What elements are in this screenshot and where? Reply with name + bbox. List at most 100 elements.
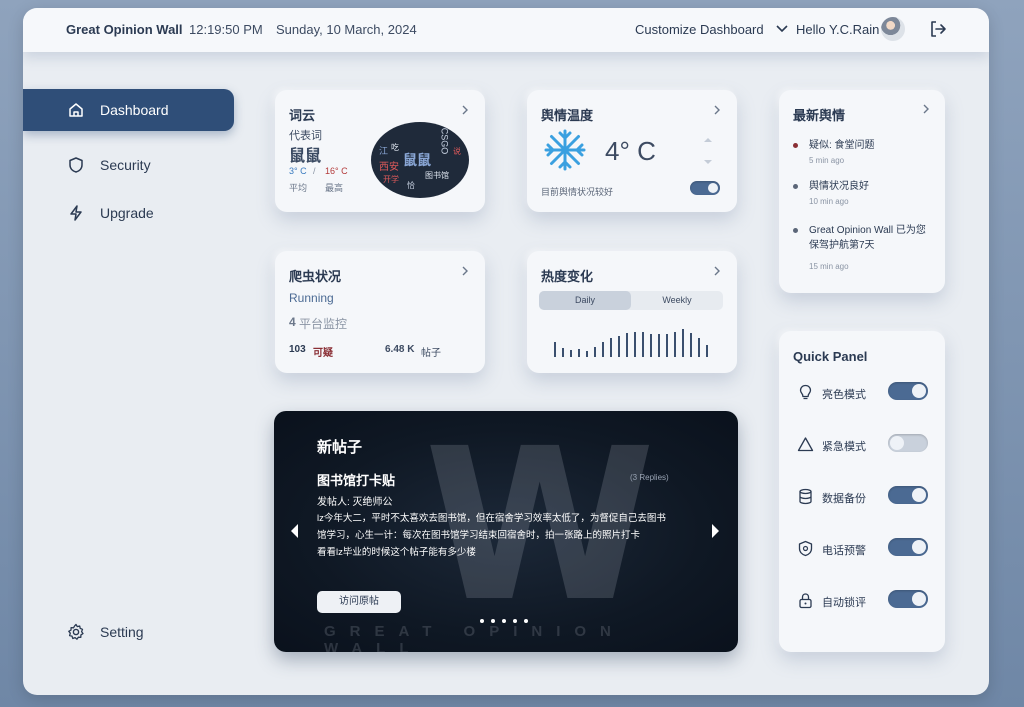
section-title: 新帖子 — [317, 439, 363, 456]
user-greeting[interactable]: Hello Y.C.Rain — [796, 22, 879, 37]
chevron-right-icon[interactable] — [710, 522, 722, 540]
sentiment-toggle[interactable] — [690, 181, 720, 195]
avg-label: 平均 — [289, 183, 308, 193]
avatar[interactable] — [881, 17, 905, 41]
platform-count: 4 — [289, 315, 296, 329]
shield-alert-icon — [798, 540, 813, 557]
posts-count: 6.48 K — [385, 344, 415, 355]
platform-label: 平台监控 — [299, 317, 348, 331]
card-title: 最新舆情 — [793, 108, 846, 123]
phone-alert-toggle[interactable] — [888, 538, 928, 556]
sidebar-item-label: Security — [100, 157, 151, 173]
quick-panel-label: 亮色模式 — [822, 389, 866, 401]
customize-dashboard-link[interactable]: Customize Dashboard — [635, 22, 764, 37]
app-window: Great Opinion Wall 12:19:50 PM Sunday, 1… — [23, 8, 989, 695]
chevron-right-icon[interactable] — [921, 104, 931, 114]
period-tabs: Daily Weekly — [539, 291, 723, 310]
cloud-word: 开学 — [383, 175, 399, 184]
heat-bar — [698, 338, 700, 357]
news-time: 15 min ago — [809, 262, 849, 271]
reply-count: (3 Replies) — [630, 473, 669, 482]
cloud-word: CSGO — [439, 127, 450, 155]
temp-low: 3° C — [289, 166, 307, 176]
sidebar-item-setting[interactable]: Setting — [23, 611, 234, 653]
heat-bar — [562, 348, 564, 357]
card-title: 舆情温度 — [541, 108, 594, 123]
sidebar-item-label: Setting — [100, 624, 144, 640]
card-title: 词云 — [289, 108, 316, 123]
chevron-right-icon[interactable] — [460, 105, 470, 115]
word-cloud-image: 鼠鼠 CSGO 西安 开学 图书馆 说 吃 江 恰 — [371, 122, 469, 198]
tab-weekly[interactable]: Weekly — [631, 291, 723, 310]
post-body-line: 看看lz毕业的时候这个帖子能有多少楼 — [317, 547, 476, 558]
wordcloud-card[interactable]: 词云 代表词 鼠鼠 3° C / 16° C 平均 最高 鼠鼠 CSGO 西安 … — [275, 90, 485, 212]
light-mode-toggle[interactable] — [888, 382, 928, 400]
logout-icon[interactable] — [928, 19, 948, 39]
sidebar-item-upgrade[interactable]: Upgrade — [23, 192, 234, 234]
posts-label: 帖子 — [421, 348, 441, 359]
crawler-status: Running — [289, 291, 334, 305]
stepper-arrows-icon[interactable] — [702, 134, 714, 168]
carousel-dot[interactable] — [513, 619, 517, 623]
shield-icon — [69, 157, 83, 173]
heat-bar — [610, 338, 612, 357]
carousel-dot[interactable] — [502, 619, 506, 623]
heat-bar — [618, 336, 620, 357]
cloud-word: 江 — [379, 146, 389, 156]
quick-panel-label: 电话预警 — [822, 545, 866, 557]
crawler-card[interactable]: 爬虫状况 Running 4 平台监控 103 可疑 6.48 K 帖子 — [275, 251, 485, 373]
cloud-word: 吃 — [391, 143, 399, 152]
status-dot — [793, 184, 798, 189]
quick-panel-label: 紧急模式 — [822, 441, 866, 453]
heat-bar — [682, 329, 684, 357]
carousel-dots — [480, 619, 532, 625]
data-backup-toggle[interactable] — [888, 486, 928, 504]
heat-bar — [650, 334, 652, 357]
heat-bar — [570, 350, 572, 357]
carousel-dot[interactable] — [524, 619, 528, 623]
heat-bar — [578, 349, 580, 357]
status-dot — [793, 143, 798, 148]
heat-card[interactable]: 热度变化 Daily Weekly — [527, 251, 737, 373]
post-author: 发帖人: 灭绝师公 — [317, 497, 393, 508]
app-title: Great Opinion Wall — [66, 22, 183, 37]
visit-post-button[interactable]: 访问原帖 — [317, 591, 401, 613]
chevron-right-icon[interactable] — [712, 266, 722, 276]
chevron-right-icon[interactable] — [460, 266, 470, 276]
temp-high: 16° C — [325, 166, 348, 176]
card-title: Quick Panel — [793, 349, 868, 364]
sidebar-item-security[interactable]: Security — [23, 144, 234, 186]
max-label: 最高 — [325, 183, 344, 193]
top-bar: Great Opinion Wall 12:19:50 PM Sunday, 1… — [23, 8, 989, 52]
cloud-word: 鼠鼠 — [403, 152, 431, 168]
heat-bar — [658, 334, 660, 357]
heat-bar — [666, 334, 668, 357]
new-post-carousel: W GREAT OPINION WALL 新帖子 图书馆打卡贴 (3 Repli… — [274, 411, 738, 652]
latest-news-card[interactable]: 最新舆情 疑似: 食堂问题 5 min ago 舆情状况良好 10 min ag… — [779, 90, 945, 293]
cloud-word: 西安 — [379, 162, 399, 173]
chevron-left-icon[interactable] — [288, 522, 300, 540]
post-body-line: 馆学习，心生一计：每次在图书馆学习结束回宿舍时，拍一张路上的照片打卡 — [317, 530, 641, 541]
carousel-dot[interactable] — [491, 619, 495, 623]
sidebar-item-dashboard[interactable]: Dashboard — [23, 89, 234, 131]
chevron-right-icon[interactable] — [712, 105, 722, 115]
suspicious-label: 可疑 — [313, 348, 333, 359]
tab-daily[interactable]: Daily — [539, 291, 631, 310]
heat-bar — [594, 347, 596, 357]
carousel-dot[interactable] — [480, 619, 484, 623]
heat-bar — [674, 332, 676, 357]
clock: 12:19:50 PM — [189, 22, 263, 37]
cloud-word: 图书馆 — [425, 171, 449, 180]
snowflake-icon — [544, 129, 586, 171]
heat-bar — [602, 342, 604, 357]
lock-icon — [799, 593, 812, 609]
gear-icon — [68, 623, 84, 640]
bulb-icon — [799, 384, 812, 400]
auto-lock-toggle[interactable] — [888, 590, 928, 608]
news-text: 疑似: 食堂问题 — [809, 140, 875, 151]
emergency-mode-toggle[interactable] — [888, 434, 928, 452]
sentiment-card[interactable]: 舆情温度 4° C 目前舆情状况较好 — [527, 90, 737, 212]
card-title: 爬虫状况 — [289, 269, 342, 284]
chevron-down-icon[interactable] — [775, 22, 789, 36]
heat-bar — [706, 345, 708, 357]
